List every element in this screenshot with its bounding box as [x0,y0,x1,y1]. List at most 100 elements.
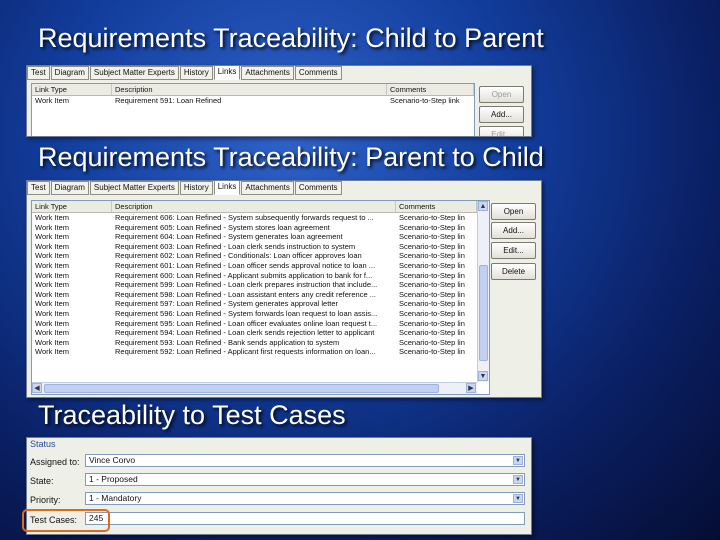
open-button[interactable]: Open [479,86,524,103]
cell-link-type: Work Item [35,222,70,232]
open-button[interactable]: Open [491,203,536,220]
cell-description: Requirement 597: Loan Refined - System g… [115,299,339,309]
column-comments[interactable]: Comments [387,84,474,95]
tab-test[interactable]: Test [27,181,50,195]
edit-link-button[interactable]: Edit... [479,126,524,136]
arrow-up-icon[interactable]: ▲ [478,201,488,211]
chevron-down-icon[interactable]: ▼ [513,494,523,503]
cell-description: Requirement 596: Loan Refined - System f… [115,308,378,318]
table-row[interactable]: Work Item Requirement 593: Loan Refined -… [32,338,489,348]
links-list-header: Link Type Description Comments [32,84,474,96]
tab-subject-matter-experts[interactable]: Subject Matter Experts [89,181,179,195]
title-test-cases: Traceability to Test Cases [38,400,346,430]
table-row[interactable]: Work Item Requirement 595: Loan Refined -… [32,319,489,329]
add-link-button[interactable]: Add... [479,106,524,123]
chevron-down-icon[interactable]: ▼ [513,475,523,484]
priority-value: 1 - Mandatory [89,493,142,503]
tab-diagram[interactable]: Diagram [50,66,89,80]
test-cases-field[interactable]: 245 [85,512,525,525]
cell-link-type: Work Item [35,260,70,270]
table-row[interactable]: Work Item Requirement 605: Loan Refined -… [32,223,489,233]
cell-comments: Scenario-to-Step lin [399,347,465,357]
tab-links[interactable]: Links [213,181,241,195]
assigned-to-field[interactable]: Vince Corvo ▼ [85,454,525,467]
cell-description: Requirement 602: Loan Refined - Conditio… [115,251,362,261]
delete-link-button[interactable]: Delete [491,263,536,280]
cell-link-type: Work Item [35,328,70,338]
cell-description: Requirement 604: Loan Refined - System g… [115,232,343,242]
arrow-left-icon[interactable]: ◀ [32,383,42,393]
table-row[interactable]: Work Item Requirement 594: Loan Refined -… [32,328,489,338]
table-row[interactable]: Work Item Requirement 604: Loan Refined -… [32,232,489,242]
table-row[interactable]: Work Item Requirement 602: Loan Refined -… [32,251,489,261]
cell-comments: Scenario-to-Step lin [399,232,465,242]
arrow-right-icon[interactable]: ▶ [466,383,476,393]
cell-comments: Scenario-to-Step link [390,96,460,105]
cell-link-type: Work Item [35,308,70,318]
cell-link-type: Work Item [35,270,70,280]
tab-comments[interactable]: Comments [294,181,342,195]
table-row[interactable]: Work Item Requirement 597: Loan Refined -… [32,299,489,309]
scroll-thumb[interactable] [44,384,439,393]
table-row[interactable]: Work Item Requirement 596: Loan Refined -… [32,309,489,319]
edit-link-button[interactable]: Edit... [491,242,536,259]
table-row[interactable]: Work Item Requirement 592: Loan Refined -… [32,347,489,357]
tab-comments[interactable]: Comments [294,66,342,80]
cell-comments: Scenario-to-Step lin [399,318,465,328]
links-list-header: Link Type Description Comments [32,201,489,213]
cell-description: Requirement 591: Loan Refined [115,96,222,105]
table-row[interactable]: Work Item Requirement 599: Loan Refined -… [32,280,489,290]
cell-link-type: Work Item [35,318,70,328]
arrow-down-icon[interactable]: ▼ [478,371,488,381]
column-description[interactable]: Description [112,201,396,212]
state-label: State: [30,476,54,486]
links-panel-parent-to-child: Test Diagram Subject Matter Experts Hist… [26,180,542,398]
chevron-down-icon[interactable]: ▼ [513,456,523,465]
column-link-type[interactable]: Link Type [32,201,112,212]
tab-attachments[interactable]: Attachments [241,66,294,80]
cell-comments: Scenario-to-Step lin [399,213,465,222]
tab-links[interactable]: Links [213,66,241,80]
table-row[interactable]: Work Item Requirement 600: Loan Refined -… [32,271,489,281]
table-row[interactable]: Work Item Requirement 601: Loan Refined -… [32,261,489,271]
horizontal-scrollbar[interactable]: ◀ ▶ [32,382,477,394]
links-list[interactable]: Link Type Description Comments Work Item… [31,200,490,395]
scroll-thumb[interactable] [479,265,488,361]
status-section-label: Status [30,439,56,449]
table-row[interactable]: Work Item Requirement 591: Loan Refined … [32,96,474,106]
cell-link-type: Work Item [35,337,70,347]
table-row[interactable]: Work Item Requirement 598: Loan Refined -… [32,290,489,300]
state-field[interactable]: 1 - Proposed ▼ [85,473,525,486]
tab-strip: Test Diagram Subject Matter Experts Hist… [27,181,343,195]
links-list[interactable]: Link Type Description Comments Work Item… [31,83,475,136]
tab-subject-matter-experts[interactable]: Subject Matter Experts [89,66,179,80]
cell-comments: Scenario-to-Step lin [399,251,465,261]
cell-comments: Scenario-to-Step lin [399,260,465,270]
tab-history[interactable]: History [179,66,213,80]
add-link-button[interactable]: Add... [491,222,536,239]
cell-comments: Scenario-to-Step lin [399,328,465,338]
cell-link-type: Work Item [35,251,70,261]
column-comments[interactable]: Comments [396,201,477,212]
column-link-type[interactable]: Link Type [32,84,112,95]
cell-link-type: Work Item [35,289,70,299]
table-row[interactable]: Work Item Requirement 603: Loan Refined -… [32,242,489,252]
assigned-to-value: Vince Corvo [89,455,136,465]
table-row[interactable]: Work Item Requirement 606: Loan Refined -… [32,213,489,223]
vertical-scrollbar[interactable]: ▲ ▼ [477,201,489,382]
cell-link-type: Work Item [35,232,70,242]
cell-description: Requirement 593: Loan Refined - Bank sen… [115,337,340,347]
tab-diagram[interactable]: Diagram [50,181,89,195]
cell-comments: Scenario-to-Step lin [399,289,465,299]
cell-comments: Scenario-to-Step lin [399,270,465,280]
cell-description: Requirement 592: Loan Refined - Applican… [115,347,376,357]
cell-link-type: Work Item [35,299,70,309]
tab-history[interactable]: History [179,181,213,195]
cell-comments: Scenario-to-Step lin [399,280,465,290]
column-description[interactable]: Description [112,84,387,95]
cell-link-type: Work Item [35,213,70,222]
tab-strip: Test Diagram Subject Matter Experts Hist… [27,66,343,80]
tab-attachments[interactable]: Attachments [241,181,294,195]
tab-test[interactable]: Test [27,66,50,80]
priority-field[interactable]: 1 - Mandatory ▼ [85,492,525,505]
